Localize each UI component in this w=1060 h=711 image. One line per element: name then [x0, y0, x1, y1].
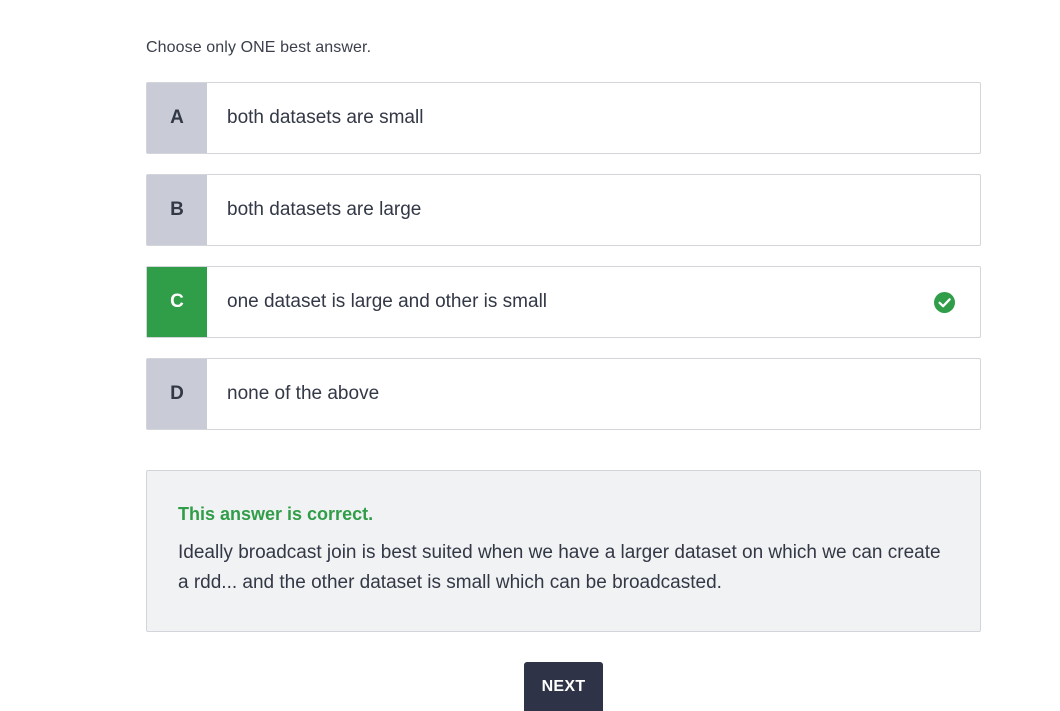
check-circle-icon — [934, 267, 980, 337]
option-a[interactable]: A both datasets are small — [146, 82, 981, 154]
option-text: both datasets are small — [227, 107, 424, 128]
quiz-page: Choose only ONE best answer. A both data… — [0, 0, 1060, 711]
option-letter: B — [147, 175, 207, 245]
answer-options: A both datasets are small B both dataset… — [146, 82, 981, 450]
option-text: none of the above — [227, 383, 380, 404]
next-button[interactable]: NEXT — [524, 662, 603, 711]
feedback-explanation: Ideally broadcast join is best suited wh… — [178, 542, 941, 593]
option-b[interactable]: B both datasets are large — [146, 174, 981, 246]
option-letter: D — [147, 359, 207, 429]
option-d[interactable]: D none of the above — [146, 358, 981, 430]
option-text: both datasets are large — [227, 199, 422, 220]
instruction-text: Choose only ONE best answer. — [146, 39, 372, 56]
feedback-panel: This answer is correct. Ideally broadcas… — [146, 470, 981, 632]
option-letter: C — [147, 267, 207, 337]
feedback-status: This answer is correct. — [178, 504, 374, 524]
option-letter: A — [147, 83, 207, 153]
option-c[interactable]: C one dataset is large and other is smal… — [146, 266, 981, 338]
option-text: one dataset is large and other is small — [227, 291, 548, 312]
